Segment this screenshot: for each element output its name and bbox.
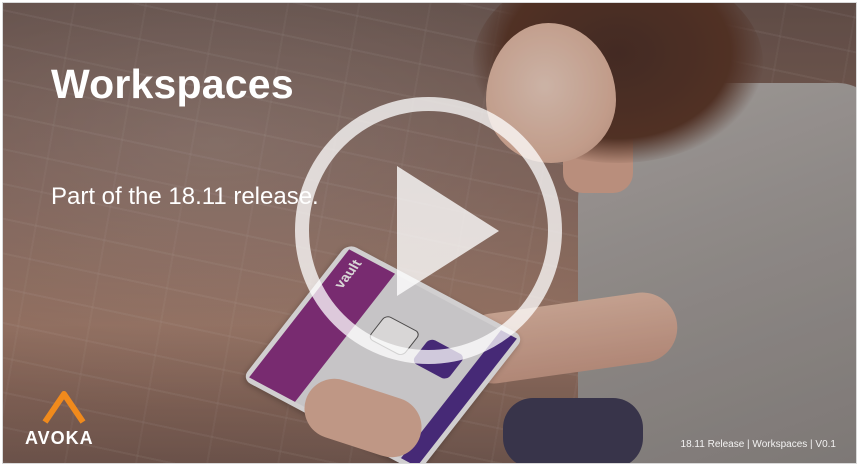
avoka-logo-text: AVOKA: [25, 428, 94, 448]
avoka-logo: AVOKA: [25, 390, 105, 450]
slide-subtitle: Part of the 18.11 release.: [51, 183, 319, 210]
video-player[interactable]: vault Workspaces Part of the 18.11 relea…: [2, 2, 857, 464]
slide-title: Workspaces: [51, 61, 294, 107]
play-icon: [397, 166, 499, 296]
avoka-logo-mark-icon: [42, 391, 86, 424]
slide-footer: 18.11 Release | Workspaces | V0.1: [680, 439, 836, 450]
play-button[interactable]: [295, 97, 562, 364]
